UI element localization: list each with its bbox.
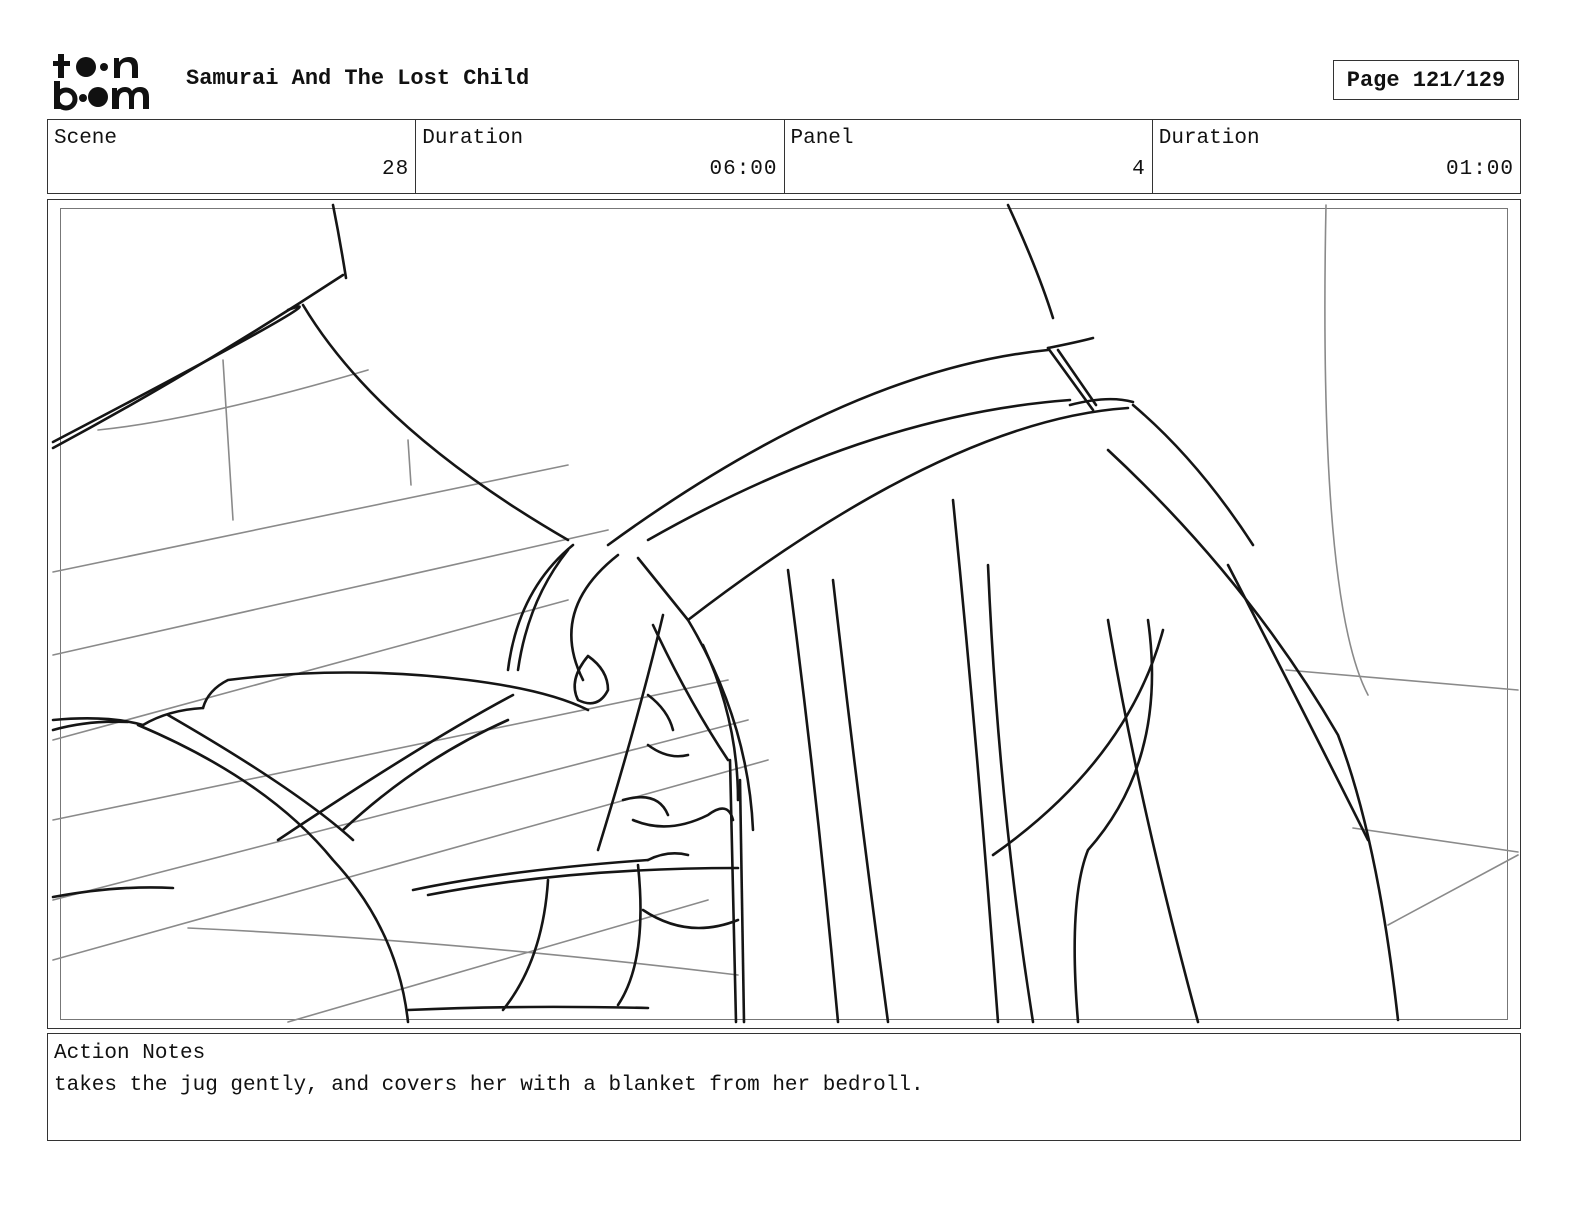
panel-sketch-image [51, 203, 1519, 1024]
action-notes-text: takes the jug gently, and covers her wit… [54, 1074, 924, 1097]
toonboom-logo [52, 50, 164, 112]
scene-label: Scene [54, 127, 118, 150]
panel-cell: Panel 4 [783, 120, 1152, 193]
logo-mark [53, 54, 149, 111]
scene-duration-value: 06:00 [709, 158, 778, 181]
panel-duration-value: 01:00 [1445, 158, 1514, 181]
project-title: Samurai And The Lost Child [186, 66, 530, 91]
storyboard-panel [47, 199, 1521, 1029]
panel-label: Panel [790, 127, 854, 150]
scene-duration-cell: Duration 06:00 [415, 120, 783, 193]
scene-duration-label: Duration [422, 127, 524, 150]
page-number: Page 121/129 [1333, 60, 1519, 100]
action-notes: Action Notes takes the jug gently, and c… [47, 1033, 1521, 1141]
scene-cell: Scene 28 [48, 120, 415, 193]
panel-value: 4 [1132, 158, 1146, 181]
panel-duration-cell: Duration 01:00 [1151, 120, 1520, 193]
panel-duration-label: Duration [1158, 127, 1260, 150]
scene-info-bar: Scene 28 Duration 06:00 Panel 4 Duration… [47, 119, 1521, 194]
scene-value: 28 [382, 158, 410, 181]
action-notes-label: Action Notes [54, 1042, 206, 1065]
